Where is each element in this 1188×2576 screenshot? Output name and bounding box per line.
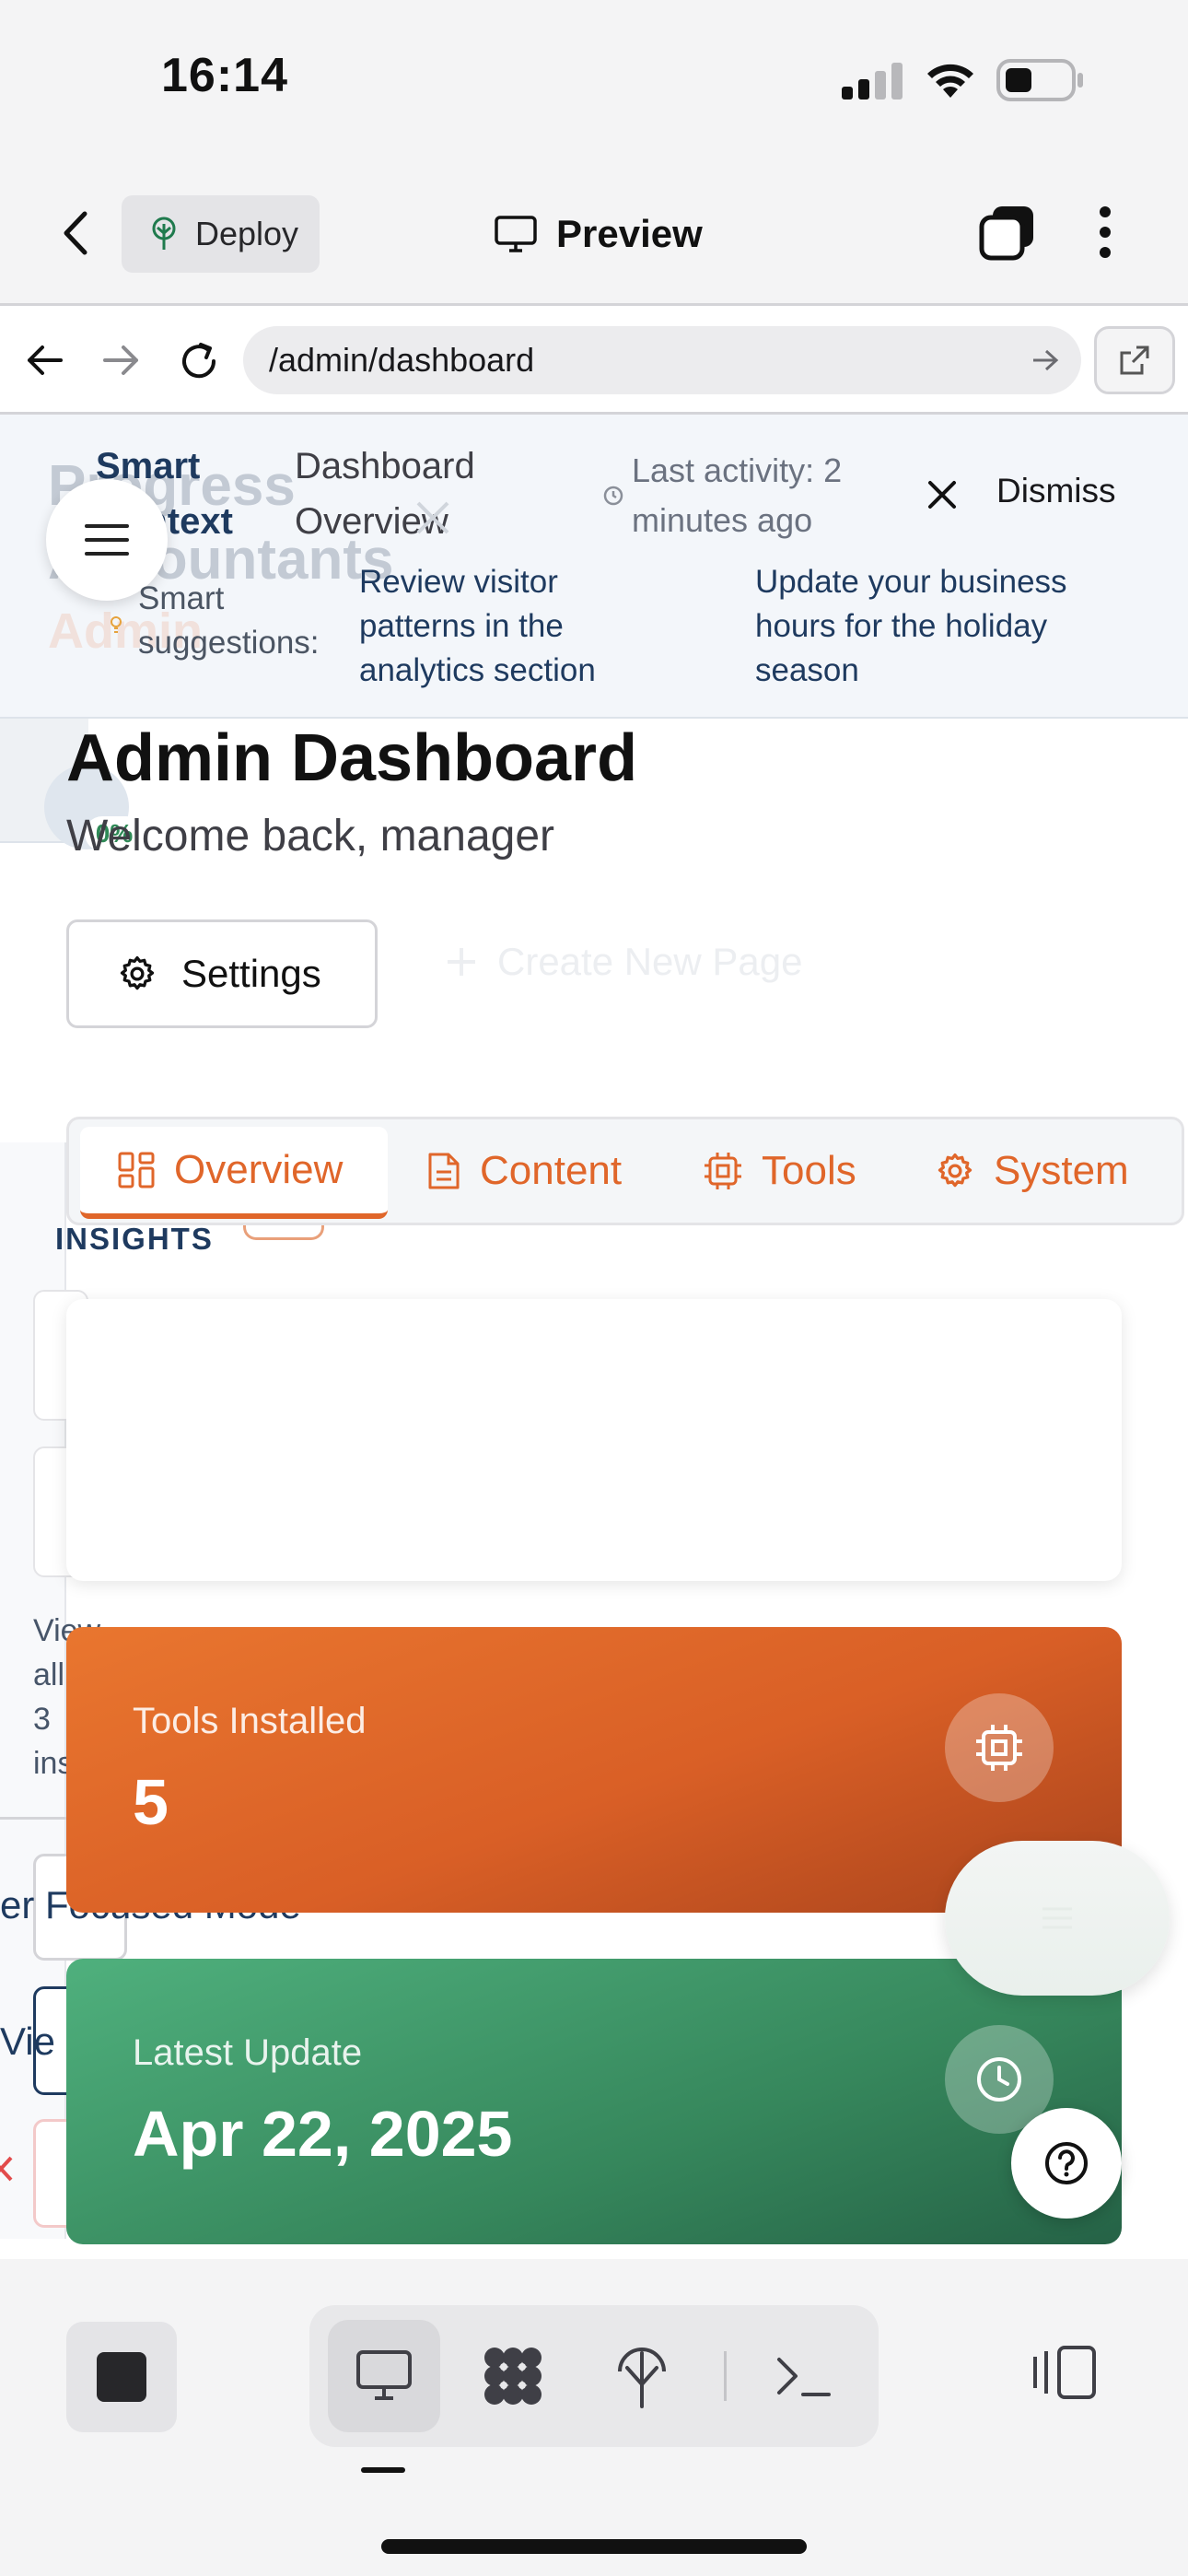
last-activity-1: Last activity: 2	[632, 451, 843, 489]
browser-bar: /admin/dashboard	[0, 306, 1188, 415]
suggestion-1-line-2: patterns in the	[359, 608, 564, 644]
canvas-mode-button[interactable]	[457, 2320, 569, 2432]
create-new-page-label: Create New Page	[497, 940, 803, 983]
overview-card	[66, 1299, 1122, 1581]
page-subtitle: Welcome back, manager	[66, 812, 555, 861]
suggestion-1-line-3: analytics section	[359, 652, 596, 688]
terminal-mode-button[interactable]	[748, 2320, 860, 2432]
suggestion-link-1[interactable]: Review visitor patterns in the analytics…	[359, 560, 596, 693]
deploy-button[interactable]: Deploy	[122, 195, 320, 273]
mode-divider	[724, 2351, 727, 2401]
dashboard-tabs: Overview Content Tools System	[66, 1117, 1184, 1225]
deploy-mode-button[interactable]	[586, 2320, 698, 2432]
suggestion-2-line-3: season	[755, 652, 859, 688]
monitor-icon	[355, 2348, 413, 2404]
insights-label: INSIGHTS	[55, 1222, 214, 1256]
cpu-icon	[703, 1151, 743, 1191]
url-text: /admin/dashboard	[269, 341, 535, 379]
status-bar: 16:14	[0, 0, 1188, 157]
deploy-tree-icon	[149, 217, 179, 252]
external-link-icon	[1118, 344, 1151, 377]
terminal-icon	[775, 2354, 833, 2398]
tabs-switcher-icon[interactable]	[978, 203, 1037, 262]
tab-overview-label: Overview	[174, 1147, 344, 1192]
create-new-page-button[interactable]: Create New Page	[446, 940, 803, 984]
puzzle-grid-icon	[480, 2343, 546, 2409]
dismiss-button[interactable]: Dismiss	[996, 472, 1115, 510]
help-circle-icon	[1043, 2140, 1089, 2186]
gear-icon	[117, 954, 157, 994]
file-text-icon	[426, 1151, 461, 1191]
stop-square-icon	[97, 2352, 146, 2402]
stat-label: Tools Installed	[133, 1701, 367, 1741]
page-name-1: Dashboard	[295, 446, 475, 486]
tab-tools[interactable]: Tools	[703, 1119, 856, 1223]
suggestions-label-1: Smart	[138, 580, 225, 616]
active-mode-indicator	[361, 2467, 405, 2473]
page-title: Admin Dashboard	[66, 721, 638, 795]
ghost-close-icon	[414, 499, 451, 536]
deploy-tree-icon	[614, 2344, 670, 2408]
panel-divider	[0, 1817, 66, 1820]
panel-toggle-icon[interactable]	[1030, 2344, 1098, 2401]
url-field[interactable]: /admin/dashboard	[243, 326, 1081, 394]
app-header: Deploy Preview	[0, 157, 1188, 306]
smart-context-banner: Progress Accountants Admin Smart Context…	[0, 415, 1188, 719]
dismiss-x-icon[interactable]	[926, 479, 958, 510]
cpu-icon	[945, 1693, 1054, 1802]
signal-icon	[842, 63, 903, 100]
more-vertical-icon[interactable]	[1096, 205, 1114, 260]
wifi-icon	[925, 61, 976, 100]
floating-menu-button[interactable]	[945, 1841, 1170, 1996]
battery-icon	[996, 59, 1085, 101]
red-x-icon	[0, 2156, 13, 2184]
menu-lines-icon	[1039, 1904, 1076, 1932]
last-activity-2: minutes ago	[632, 501, 813, 539]
clock-small-icon	[602, 485, 624, 507]
suggestion-link-2[interactable]: Update your business hours for the holid…	[755, 560, 1067, 693]
tab-overview[interactable]: Overview	[80, 1127, 388, 1219]
stat-value: Apr 22, 2025	[133, 2098, 513, 2170]
open-external-button[interactable]	[1094, 326, 1175, 394]
layout-grid-icon	[117, 1151, 156, 1189]
stat-card-update: Latest Update Apr 22, 2025	[66, 1959, 1122, 2244]
deploy-label: Deploy	[195, 215, 299, 252]
go-arrow-icon[interactable]	[1031, 348, 1059, 372]
view-mode-group	[309, 2305, 879, 2447]
web-content: Progress Accountants Admin Smart Context…	[0, 415, 1188, 2259]
browser-back-icon[interactable]	[26, 345, 63, 376]
plus-icon	[446, 946, 477, 978]
bottom-toolbar	[0, 2259, 1188, 2576]
tab-tools-label: Tools	[762, 1148, 856, 1193]
settings-button[interactable]: Settings	[66, 919, 378, 1028]
suggestion-2-line-1: Update your business	[755, 564, 1067, 600]
view-button-label: Vie	[0, 2020, 55, 2063]
gear-icon	[935, 1151, 975, 1191]
home-indicator	[381, 2539, 807, 2554]
suggestion-1-line-1: Review visitor	[359, 564, 558, 600]
suggestion-2-line-2: hours for the holiday	[755, 608, 1048, 644]
lightbulb-icon	[109, 615, 123, 636]
help-button[interactable]	[1011, 2108, 1122, 2219]
tab-content-label: Content	[480, 1148, 623, 1193]
status-time: 16:14	[161, 49, 288, 102]
stat-value: 5	[133, 1766, 169, 1838]
tab-system[interactable]: System	[935, 1119, 1129, 1223]
settings-label: Settings	[181, 952, 321, 995]
monitor-icon	[494, 215, 538, 253]
tab-content[interactable]: Content	[426, 1119, 622, 1223]
stop-button[interactable]	[66, 2322, 177, 2432]
browser-forward-icon[interactable]	[103, 345, 140, 376]
preview-mode-button[interactable]	[328, 2320, 440, 2432]
preview-title: Preview	[494, 212, 703, 256]
hamburger-icon	[84, 521, 130, 558]
back-chevron-icon[interactable]	[61, 210, 92, 256]
reload-icon[interactable]	[179, 341, 219, 381]
stat-label: Latest Update	[133, 2032, 363, 2073]
tab-system-label: System	[994, 1148, 1129, 1193]
preview-label: Preview	[556, 212, 703, 255]
suggestions-label-2: suggestions:	[138, 625, 320, 661]
